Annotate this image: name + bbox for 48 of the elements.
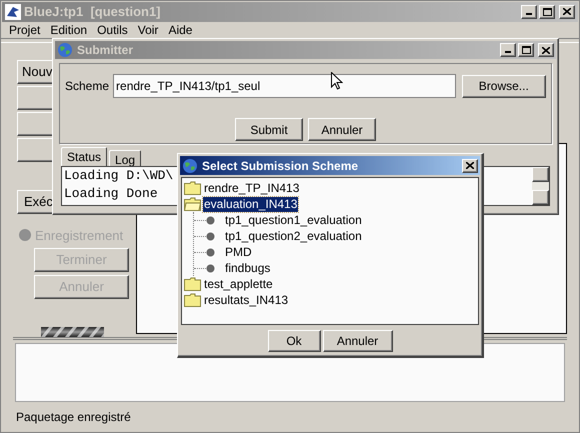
globe-icon (57, 42, 73, 58)
tree-item[interactable]: PMD (224, 244, 253, 260)
minimize-button[interactable] (521, 4, 537, 19)
tree-item[interactable]: tp1_question1_evaluation (224, 212, 363, 228)
tree-item[interactable]: tp1_question2_evaluation (224, 228, 363, 244)
leaf-dot-icon (206, 264, 215, 272)
status-text: Paquetage enregistré (16, 409, 132, 426)
tab[interactable]: Status (61, 147, 108, 166)
tree-item[interactable]: findbugs (224, 260, 272, 276)
minimize-button[interactable] (500, 43, 516, 57)
dialog-button[interactable]: Annuler (308, 118, 376, 141)
dialog-button[interactable]: Submit (235, 118, 303, 141)
menu-item[interactable]: Edition (45, 20, 92, 38)
maximize-button[interactable] (518, 43, 534, 57)
leaf-dot-icon (206, 248, 215, 256)
close-icon (466, 162, 474, 169)
scrollbar[interactable] (532, 167, 549, 205)
bird-icon (5, 4, 21, 20)
menu-item[interactable]: Aide (163, 20, 198, 38)
window-title: BlueJ:tp1 [question1] (24, 3, 161, 21)
scheme-field[interactable]: rendre_TP_IN413/tp1_seul (113, 74, 456, 98)
tab[interactable]: Log (109, 150, 142, 166)
close-button[interactable] (462, 158, 478, 172)
log-line: Loading D:\WD\ (64, 167, 174, 185)
menu-item[interactable]: Outils (92, 20, 133, 38)
progress-stripe-icon (41, 327, 104, 337)
tree-item[interactable]: resultats_IN413 (203, 292, 290, 308)
dialog-button[interactable]: Ok (268, 330, 320, 352)
tree-item[interactable]: evaluation_IN413 (203, 196, 298, 212)
dialog-button[interactable]: Annuler (322, 330, 392, 352)
close-icon (563, 8, 571, 16)
tree-item[interactable]: test_applette (203, 276, 274, 292)
globe-icon (182, 158, 198, 174)
leaf-dot-icon (206, 232, 215, 240)
scheme-label: Scheme (65, 78, 110, 95)
leaf-dot-icon (206, 216, 215, 224)
maximize-button[interactable] (539, 4, 555, 19)
window-title: Submitter (77, 42, 134, 59)
menu-item[interactable]: Voir (132, 20, 164, 38)
close-icon (542, 46, 550, 54)
browse-button[interactable]: Browse... (462, 74, 546, 98)
cursor-icon (331, 72, 343, 90)
close-button[interactable] (538, 43, 554, 57)
log-line: Loading Done (64, 185, 158, 203)
window-title: Select Submission Scheme (202, 158, 358, 174)
menu-item[interactable]: Projet (4, 20, 46, 38)
tree-item[interactable]: rendre_TP_IN413 (203, 180, 300, 196)
close-button[interactable] (559, 4, 575, 19)
